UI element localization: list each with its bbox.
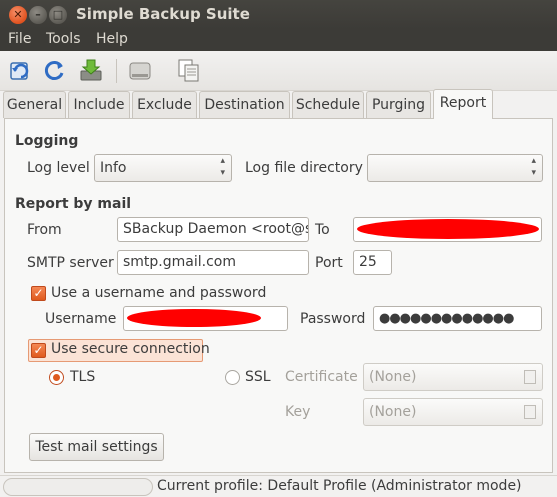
tab-purging[interactable]: Purging	[366, 91, 431, 118]
restore-icon[interactable]	[176, 57, 202, 83]
status-text: Current profile: Default Profile (Admini…	[157, 478, 522, 494]
logging-header: Logging	[15, 133, 79, 149]
tls-radio[interactable]	[49, 370, 64, 385]
toolbar	[0, 51, 557, 91]
smtp-server-input[interactable]: smtp.gmail.com	[117, 250, 309, 275]
port-label: Port	[315, 255, 343, 271]
log-dir-label: Log file directory	[245, 160, 363, 176]
menu-bar: File Tools Help	[0, 29, 557, 51]
certificate-chooser[interactable]: (None)	[363, 363, 543, 391]
minimize-window-button[interactable]: –	[29, 6, 47, 24]
tab-report[interactable]: Report	[433, 89, 493, 119]
log-dir-chooser[interactable]: ▴ ▾	[367, 154, 543, 182]
tab-schedule[interactable]: Schedule	[292, 91, 364, 118]
log-level-label: Log level	[27, 160, 90, 176]
smtp-server-label: SMTP server	[27, 255, 114, 271]
tab-include[interactable]: Include	[68, 91, 130, 118]
file-icon	[524, 405, 536, 419]
certificate-value: (None)	[369, 369, 417, 385]
certificate-label: Certificate	[285, 369, 358, 385]
log-level-value: Info	[100, 160, 127, 176]
menu-tools[interactable]: Tools	[46, 31, 81, 47]
to-label: To	[315, 222, 330, 238]
key-value: (None)	[369, 404, 417, 420]
title-bar: ✕ – □ Simple Backup Suite	[0, 0, 557, 29]
from-label: From	[27, 222, 62, 238]
combo-arrows-icon: ▴ ▾	[220, 156, 225, 178]
window-title: Simple Backup Suite	[76, 5, 250, 23]
secure-connection-checkbox[interactable]: ✓	[31, 343, 46, 358]
progress-bar	[3, 478, 153, 496]
port-input[interactable]: 25	[353, 250, 392, 275]
menu-file[interactable]: File	[8, 31, 31, 47]
tls-label: TLS	[70, 369, 96, 385]
redaction-mark	[127, 309, 261, 327]
secure-connection-label: Use secure connection	[51, 341, 210, 357]
key-label: Key	[285, 404, 311, 420]
tab-exclude[interactable]: Exclude	[132, 91, 197, 118]
password-label: Password	[300, 311, 366, 327]
menu-help[interactable]: Help	[96, 31, 128, 47]
tab-destination[interactable]: Destination	[199, 91, 290, 118]
username-label: Username	[45, 311, 117, 327]
file-icon	[524, 370, 536, 384]
from-input[interactable]: SBackup Daemon <root@sk	[117, 217, 309, 242]
backup-now-icon[interactable]	[127, 57, 153, 83]
ssl-label: SSL	[245, 369, 271, 385]
password-input[interactable]: ●●●●●●●●●●●●●	[373, 306, 542, 331]
main-area: General Include Exclude Destination Sche…	[0, 89, 557, 475]
ssl-radio[interactable]	[225, 370, 240, 385]
report-panel: Logging Log level Info ▴ ▾ Log file direc…	[4, 118, 553, 473]
combo-arrows-icon: ▴ ▾	[531, 156, 536, 178]
maximize-window-button[interactable]: □	[49, 6, 67, 24]
test-mail-button[interactable]: Test mail settings	[29, 433, 164, 461]
open-config-icon[interactable]	[7, 57, 33, 83]
mail-header: Report by mail	[15, 196, 132, 212]
use-auth-checkbox[interactable]: ✓	[31, 286, 46, 301]
close-window-button[interactable]: ✕	[9, 6, 27, 24]
save-icon[interactable]	[78, 57, 104, 83]
refresh-icon[interactable]	[42, 57, 68, 83]
key-chooser[interactable]: (None)	[363, 398, 543, 426]
tab-general[interactable]: General	[3, 91, 66, 118]
status-bar: Current profile: Default Profile (Admini…	[0, 475, 557, 497]
redaction-mark	[357, 219, 539, 239]
use-auth-label: Use a username and password	[51, 285, 267, 301]
log-level-select[interactable]: Info ▴ ▾	[94, 154, 232, 182]
toolbar-separator	[116, 59, 117, 83]
